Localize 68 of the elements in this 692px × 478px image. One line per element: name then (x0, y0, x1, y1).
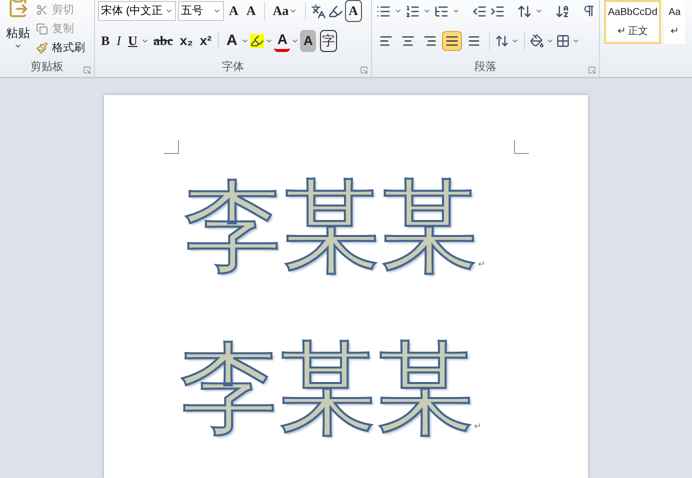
font-color-button[interactable]: A (274, 30, 290, 52)
dialog-launcher-icon[interactable] (360, 66, 368, 74)
subscript-button[interactable]: x₂ (176, 30, 196, 52)
style-gallery-item[interactable]: AaBbCcDd ↵ 正文 (604, 0, 662, 44)
outlined-text: 李某某 (180, 339, 474, 439)
format-painter-button[interactable]: 格式刷 (36, 39, 85, 57)
text-effect-button[interactable]: A (223, 30, 240, 52)
caret-icon (535, 7, 543, 15)
caret-icon (291, 37, 300, 45)
paragraph-mark: ↵ (474, 420, 482, 432)
numbered-list-icon[interactable] (405, 4, 420, 18)
sort-icon[interactable] (555, 4, 570, 18)
grow-font-button[interactable]: A (226, 0, 242, 22)
caret-icon (511, 37, 519, 45)
enclose-character-button[interactable]: 字 (320, 30, 337, 52)
style-gallery-item[interactable]: Aa ↵ (664, 0, 685, 44)
bold-button[interactable]: B (98, 30, 113, 52)
italic-button[interactable]: I (114, 30, 124, 52)
caret-icon (288, 7, 297, 15)
caret-icon (14, 42, 22, 50)
character-border-button[interactable]: A (344, 0, 362, 22)
crop-mark (514, 140, 529, 154)
paste-button[interactable]: 粘贴 (0, 2, 36, 58)
font-name-field[interactable]: 宋体 (中文正 (98, 1, 176, 21)
borders-icon[interactable] (556, 34, 570, 48)
character-shading-button[interactable]: A (300, 30, 316, 52)
outlined-text: 李某某 (184, 177, 478, 277)
align-distributed-icon (467, 34, 481, 48)
caret-icon (265, 37, 274, 45)
strikethrough-button[interactable]: abc (150, 30, 176, 52)
scissors-icon (36, 4, 48, 16)
copy-icon (36, 23, 48, 35)
dialog-launcher-icon[interactable] (83, 66, 91, 74)
multilevel-list-icon[interactable] (434, 4, 449, 18)
caret-icon (241, 37, 250, 45)
caret-icon (394, 7, 402, 15)
dialog-launcher-icon[interactable] (588, 66, 596, 74)
caret-icon (452, 7, 460, 15)
change-case-button[interactable]: Aa (270, 0, 300, 22)
paintbrush-icon (36, 42, 48, 54)
paragraph-mark-icon[interactable] (582, 4, 596, 18)
caret-icon (546, 37, 554, 45)
caret-icon (213, 7, 221, 15)
align-right-icon (423, 34, 437, 48)
line-spacing-icon[interactable] (495, 34, 509, 48)
caret-icon (572, 37, 580, 45)
group-label: 段落 (474, 60, 496, 74)
bullet-list-icon[interactable] (376, 4, 391, 18)
align-justify-icon (445, 34, 459, 48)
font-size-field[interactable]: 五号 (178, 1, 224, 21)
decrease-indent-icon[interactable] (472, 4, 487, 18)
underline-button[interactable]: U (125, 30, 140, 52)
align-center-icon (401, 34, 415, 48)
align-button[interactable] (442, 31, 462, 51)
shrink-font-button[interactable]: A (243, 0, 259, 22)
caret-icon (165, 7, 173, 15)
group-label: 剪贴板 (30, 60, 64, 74)
highlighter-icon[interactable] (250, 34, 264, 48)
paragraph-mark: ↵ (478, 258, 486, 270)
superscript-button[interactable]: x² (196, 30, 214, 52)
clipboard-icon (7, 0, 29, 18)
shading-icon[interactable] (530, 34, 544, 48)
align-left-icon (379, 34, 393, 48)
group-label: 字体 (222, 60, 244, 74)
crop-mark (164, 140, 179, 154)
caret-icon (423, 7, 431, 15)
increase-indent-icon[interactable] (490, 4, 505, 18)
caret-icon (141, 37, 150, 45)
